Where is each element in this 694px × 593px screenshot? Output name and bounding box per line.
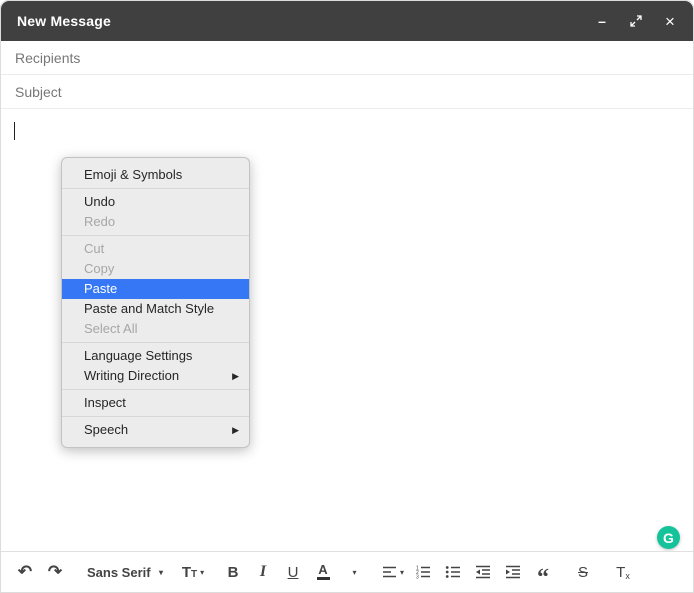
numbered-list-icon: 1 2 3 (415, 565, 431, 579)
bold-button[interactable]: B (219, 558, 247, 586)
window-controls: – × (595, 14, 677, 28)
menu-item-redo: Redo (62, 212, 249, 232)
menu-item-label: Language Settings (84, 346, 192, 366)
bulleted-list-button[interactable] (439, 558, 467, 586)
subject-row (1, 75, 693, 109)
text-color-button[interactable]: A (309, 558, 337, 586)
menu-item-label: Inspect (84, 393, 126, 413)
popout-icon[interactable] (629, 14, 643, 28)
underline-button[interactable]: U (279, 558, 307, 586)
chevron-down-icon: ▾ (352, 568, 356, 577)
indent-less-icon (475, 565, 491, 579)
menu-item-label: Speech (84, 420, 128, 440)
indent-more-icon (505, 565, 521, 579)
indent-less-button[interactable] (469, 558, 497, 586)
subject-input[interactable] (15, 84, 679, 100)
strikethrough-icon: S (578, 564, 588, 581)
menu-section: Inspect (62, 390, 249, 416)
quote-icon: “ (537, 562, 549, 582)
recipients-input[interactable] (15, 50, 679, 66)
font-size-icon: T (182, 564, 191, 581)
strikethrough-button[interactable]: S (569, 558, 597, 586)
redo-icon: ↷ (48, 562, 62, 582)
menu-item-label: Select All (84, 319, 137, 339)
compose-window: New Message – × Emoji & Symbols (0, 0, 694, 593)
minimize-icon[interactable]: – (595, 14, 609, 28)
menu-item-label: Copy (84, 259, 114, 279)
chevron-down-icon: ▾ (400, 568, 404, 577)
menu-item-paste-and-match-style[interactable]: Paste and Match Style (62, 299, 249, 319)
text-color-dropdown[interactable]: ▾ (339, 558, 367, 586)
numbered-list-button[interactable]: 1 2 3 (409, 558, 437, 586)
remove-formatting-icon: T (616, 564, 625, 581)
menu-section: Emoji & Symbols (62, 162, 249, 188)
expand-arrows-icon (630, 15, 642, 27)
menu-section: Language Settings Writing Direction ▶ (62, 343, 249, 389)
font-size-icon-small: T (191, 569, 197, 580)
menu-section: Speech ▶ (62, 417, 249, 443)
undo-button[interactable]: ↶ (11, 558, 39, 586)
remove-formatting-button[interactable]: T x (609, 558, 637, 586)
menu-item-label: Undo (84, 192, 115, 212)
menu-item-select-all: Select All (62, 319, 249, 339)
menu-item-inspect[interactable]: Inspect (62, 393, 249, 413)
menu-item-label: Paste (84, 279, 117, 299)
align-button[interactable]: ▾ (379, 558, 407, 586)
font-size-button[interactable]: T T ▾ (179, 558, 207, 586)
menu-item-undo[interactable]: Undo (62, 192, 249, 212)
close-icon[interactable]: × (663, 14, 677, 28)
chevron-down-icon: ▾ (200, 568, 204, 577)
align-left-icon (382, 566, 397, 578)
grammarly-button[interactable]: G (657, 526, 680, 549)
menu-section: Cut Copy Paste Paste and Match Style Sel… (62, 236, 249, 342)
undo-icon: ↶ (18, 562, 32, 582)
svg-text:3: 3 (416, 574, 419, 579)
grammarly-icon: G (663, 530, 674, 546)
menu-item-writing-direction[interactable]: Writing Direction ▶ (62, 366, 249, 386)
italic-icon: I (260, 563, 266, 581)
text-color-icon: A (318, 564, 327, 576)
menu-item-language-settings[interactable]: Language Settings (62, 346, 249, 366)
menu-item-paste[interactable]: Paste (62, 279, 249, 299)
bold-icon: B (228, 564, 239, 581)
menu-item-emoji-symbols[interactable]: Emoji & Symbols (62, 165, 249, 185)
menu-section: Undo Redo (62, 189, 249, 235)
chevron-down-icon: ▾ (159, 568, 163, 577)
window-title: New Message (17, 13, 111, 29)
underline-icon: U (288, 564, 299, 581)
context-menu: Emoji & Symbols Undo Redo Cut Copy Paste (61, 157, 250, 448)
menu-item-label: Emoji & Symbols (84, 165, 182, 185)
italic-button[interactable]: I (249, 558, 277, 586)
menu-item-label: Redo (84, 212, 115, 232)
font-family-select[interactable]: Sans Serif ▾ (81, 558, 169, 586)
menu-item-label: Cut (84, 239, 104, 259)
submenu-arrow-icon: ▶ (232, 420, 239, 440)
indent-more-button[interactable] (499, 558, 527, 586)
redo-button[interactable]: ↷ (41, 558, 69, 586)
menu-item-label: Paste and Match Style (84, 299, 214, 319)
menu-item-cut: Cut (62, 239, 249, 259)
remove-formatting-sub: x (625, 571, 630, 581)
menu-item-label: Writing Direction (84, 366, 179, 386)
quote-button[interactable]: “ (529, 558, 557, 586)
compose-header: New Message – × (1, 1, 693, 41)
text-cursor (14, 122, 15, 140)
recipients-row (1, 41, 693, 75)
text-color-bar (317, 577, 330, 580)
menu-item-copy: Copy (62, 259, 249, 279)
bulleted-list-icon (445, 565, 461, 579)
menu-item-speech[interactable]: Speech ▶ (62, 420, 249, 440)
submenu-arrow-icon: ▶ (232, 366, 239, 386)
formatting-toolbar: ↶ ↷ Sans Serif ▾ T T ▾ B I U A ▾ (1, 551, 693, 592)
font-family-value: Sans Serif (87, 565, 151, 580)
